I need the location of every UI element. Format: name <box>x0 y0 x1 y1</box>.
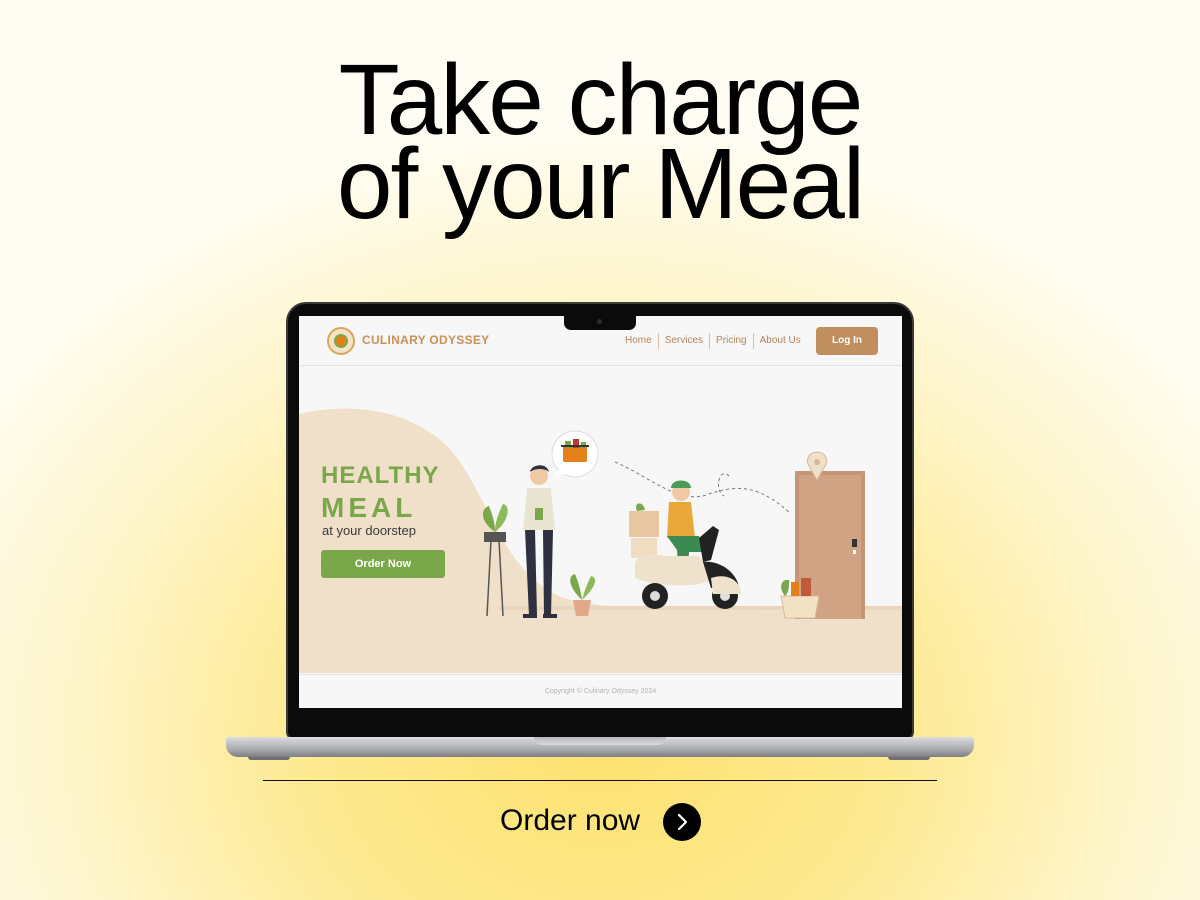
laptop-foot-left <box>248 757 290 760</box>
divider <box>263 780 937 781</box>
hero-subtitle: at your doorstep <box>322 523 416 538</box>
chevron-right-icon <box>677 813 688 831</box>
site-footer: Copyright © Culinary Odyssey 2024 <box>299 674 902 708</box>
hero-title-meal: MEAL <box>321 492 417 523</box>
order-now-arrow-button[interactable] <box>663 803 701 841</box>
laptop-base-groove <box>534 737 666 745</box>
man-illustration <box>523 465 557 618</box>
delivery-scooter-illustration <box>629 480 741 609</box>
order-now-link[interactable]: Order now <box>500 804 640 838</box>
hero-order-button[interactable]: Order Now <box>321 550 445 578</box>
hero-title-healthy: HEALTHY <box>321 462 440 489</box>
laptop-foot-right <box>888 757 930 760</box>
laptop-notch <box>564 315 636 330</box>
plant-stand-illustration <box>482 504 508 617</box>
laptop-screen: CULINARY ODYSSEY Home Services Pricing A… <box>299 316 902 708</box>
headline: Take charge of your Meal <box>0 50 1200 240</box>
headline-line-2: of your Meal <box>336 128 865 240</box>
basket-bubble-icon <box>551 430 599 478</box>
camera-icon <box>597 319 602 324</box>
